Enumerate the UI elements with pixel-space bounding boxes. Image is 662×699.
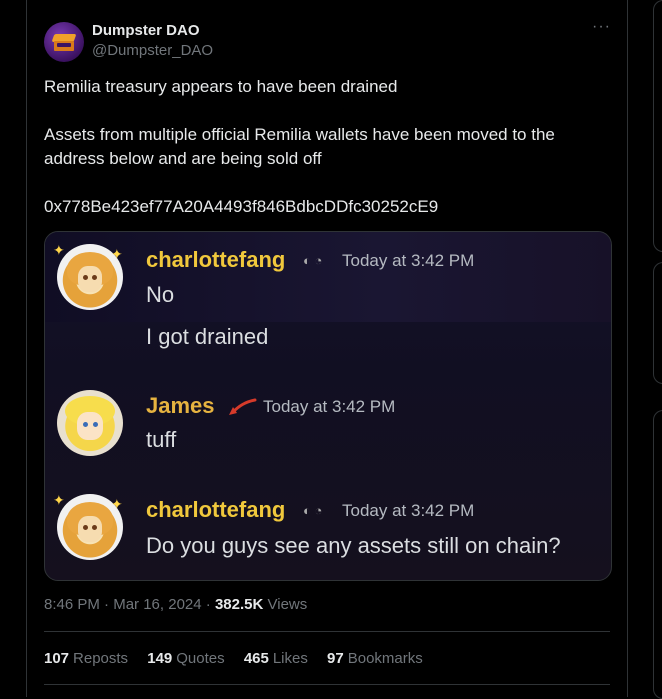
likes-stat[interactable]: 465 Likes (244, 650, 308, 667)
discord-username: charlottefang (146, 497, 286, 522)
discord-message: No (146, 282, 175, 307)
discord-timestamp: Today at 3:42 PM (342, 251, 475, 270)
author-name[interactable]: Dumpster DAO (92, 22, 200, 39)
tweet-date[interactable]: Mar 16, 2024 (113, 596, 201, 613)
separator: · (205, 596, 211, 613)
views-count: 382.5K (214, 596, 264, 613)
sparkle-icon: ✦ (53, 242, 65, 258)
discord-timestamp: Today at 3:42 PM (342, 501, 475, 520)
author-avatar[interactable] (44, 22, 84, 62)
discord-timestamp: Today at 3:42 PM (263, 397, 396, 416)
more-icon[interactable]: ··· (592, 18, 611, 36)
sparkle-icon: ✦ (111, 496, 123, 512)
discord-message: I got drained (146, 324, 269, 349)
sparkle-icon: ✦ (111, 246, 123, 262)
tweet-time[interactable]: 8:46 PM (44, 596, 100, 613)
quotes-stat[interactable]: 149 Quotes (147, 650, 224, 667)
column-border-right (627, 0, 628, 697)
sparkle-icon: ✦ (53, 492, 65, 508)
sidebar-card-edge (653, 0, 662, 252)
sidebar-card-edge (653, 410, 662, 699)
divider (44, 631, 610, 632)
divider (44, 684, 610, 685)
sidebar-card-edge (653, 262, 662, 384)
moon-icon: ◐ ◔ (303, 503, 323, 518)
discord-username: James (146, 393, 215, 418)
james-avatar (57, 390, 123, 456)
engagement-stats: 107 Reposts 149 Quotes 465 Likes 97 Bookmark… (44, 650, 438, 667)
reposts-stat[interactable]: 107 Reposts (44, 650, 128, 667)
views-label: Views (267, 596, 308, 613)
bookmarks-stat[interactable]: 97 Bookmarks (327, 650, 423, 667)
column-border-left (26, 0, 27, 697)
moon-icon: ◐ ◔ (303, 253, 323, 268)
red-arrow-icon (229, 398, 257, 415)
discord-message: Do you guys see any assets still on chai… (146, 533, 561, 558)
tweet-media-image[interactable]: ✦ ✦ charlottefang ◐ ◔ Today at 3:42 PM N… (44, 231, 612, 581)
tweet-text-line: Remilia treasury appears to have been dr… (44, 77, 398, 96)
tweet-text-line: address below and are being sold off (44, 149, 322, 168)
tweet-meta: 8:46 PM · Mar 16, 2024 · 382.5K Views (44, 596, 307, 613)
wallet-address: 0x778Be423ef77A20A4493f846BdbcDDfc30252c… (44, 197, 439, 216)
author-handle[interactable]: @Dumpster_DAO (92, 42, 213, 59)
tweet-text-line: Assets from multiple official Remilia wa… (44, 125, 555, 144)
separator: · (104, 596, 110, 613)
discord-username: charlottefang (146, 247, 286, 272)
discord-message: tuff (146, 427, 177, 452)
